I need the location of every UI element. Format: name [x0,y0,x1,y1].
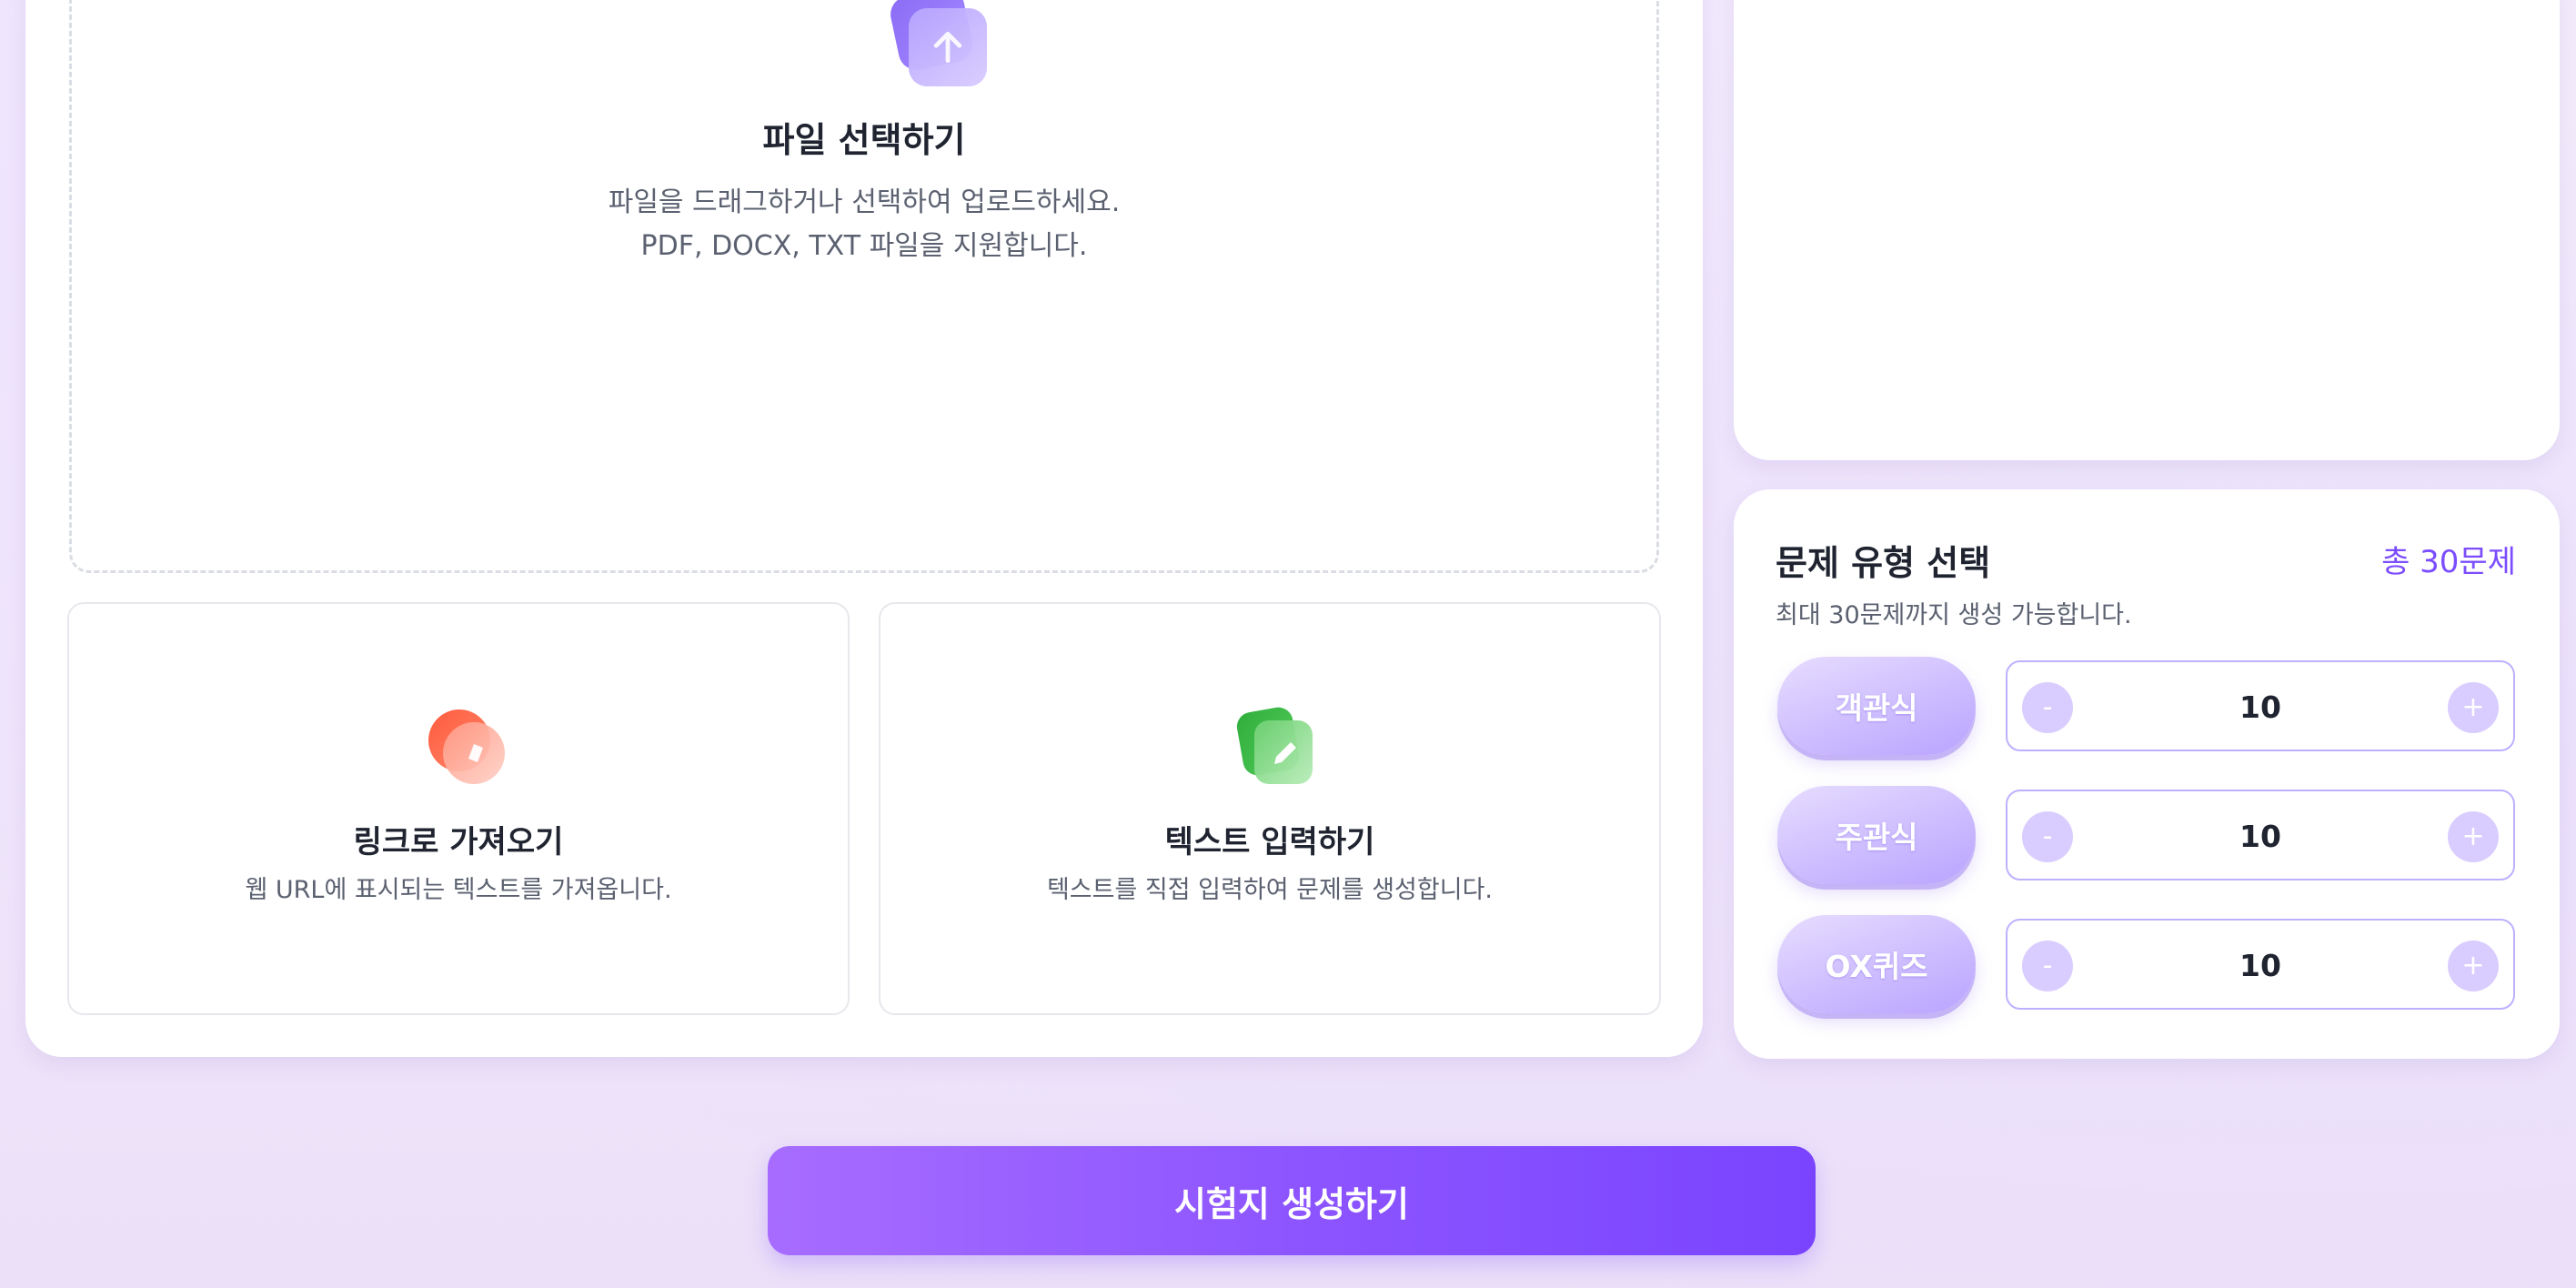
short-answer-type-button[interactable]: 주관식 [1777,786,1976,884]
question-type-title: 문제 유형 선택 [1776,543,1991,583]
upload-arrow-icon [887,0,992,90]
increment-button[interactable]: + [2448,682,2499,733]
ox-quiz-type-button[interactable]: OX퀴즈 [1777,915,1976,1013]
text-input-option[interactable]: 텍스트 입력하기 텍스트를 직접 입력하여 문제를 생성합니다. [879,602,1661,1015]
link-icon [423,704,510,791]
increment-button[interactable]: + [2448,811,2499,862]
multiple-choice-count-stepper: - 10 + [2006,660,2515,751]
count-value[interactable]: 10 [2007,948,2513,983]
text-input-description: 텍스트를 직접 입력하여 문제를 생성합니다. [1046,876,1494,904]
text-input-title: 텍스트 입력하기 [1164,824,1375,860]
import-link-title: 링크로 가져오기 [353,824,564,860]
count-value[interactable]: 10 [2007,819,2513,854]
file-drop-zone[interactable]: 파일 선택하기 파일을 드래그하거나 선택하여 업로드하세요. PDF, DOC… [69,0,1659,573]
multiple-choice-type-button[interactable]: 객관식 [1777,657,1976,755]
short-answer-count-stepper: - 10 + [2006,790,2515,880]
question-type-subtitle: 최대 30문제까지 생성 가능합니다. [1776,601,2132,629]
upload-description: 파일을 드래그하거나 선택하여 업로드하세요. [608,186,1121,218]
import-link-option[interactable]: 링크로 가져오기 웹 URL에 표시되는 텍스트를 가져옵니다. [67,602,850,1015]
pencil-icon [1234,704,1322,791]
import-link-description: 웹 URL에 표시되는 텍스트를 가져옵니다. [245,876,672,904]
preview-panel [1734,0,2560,460]
increment-button[interactable]: + [2448,941,2499,991]
ox-quiz-count-stepper: - 10 + [2006,919,2515,1010]
count-value[interactable]: 10 [2007,689,2513,725]
upload-supported-formats: PDF, DOCX, TXT 파일을 지원합니다. [640,230,1088,262]
generate-exam-button[interactable]: 시험지 생성하기 [768,1146,1816,1255]
total-question-count: 총 30문제 [2381,544,2516,580]
upload-title: 파일 선택하기 [762,120,966,160]
